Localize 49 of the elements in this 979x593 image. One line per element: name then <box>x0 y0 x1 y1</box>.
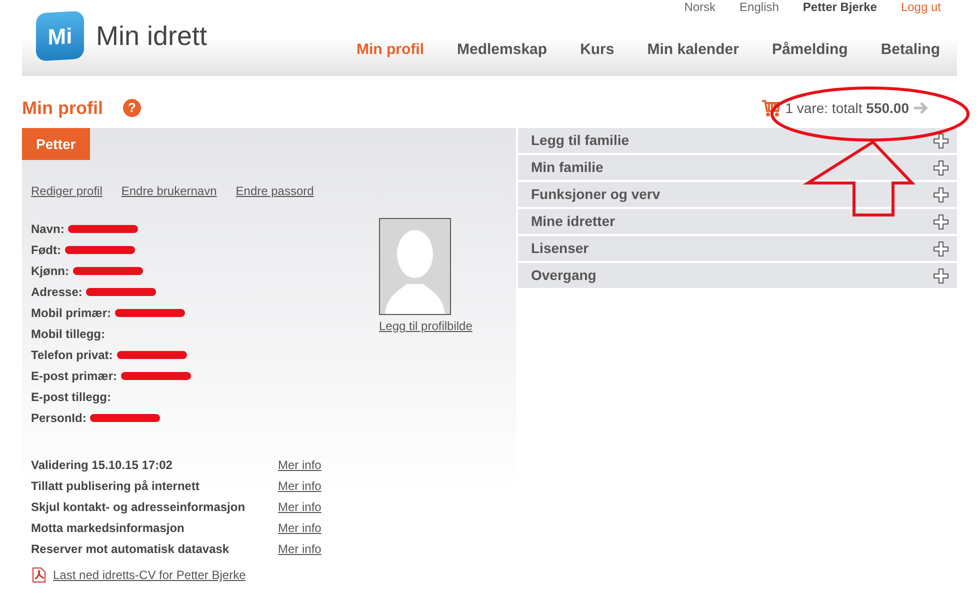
field-label: Adresse: <box>31 284 82 300</box>
field-label: E-post primær: <box>31 368 118 384</box>
top-link[interactable]: Norsk <box>684 0 716 14</box>
add-photo-link[interactable]: Legg til profilbilde <box>379 317 472 335</box>
help-icon[interactable]: ? <box>122 99 141 117</box>
field-label: E-post tillegg: <box>31 388 111 406</box>
nav-tab[interactable]: Medlemskap <box>457 38 548 61</box>
logo-icon: Mi <box>36 10 84 62</box>
more-info-link[interactable]: Mer info <box>278 456 322 474</box>
accordion-header[interactable]: Legg til familie <box>518 128 957 153</box>
setting-label: Motta markedsinformasjon <box>31 520 186 536</box>
more-info-link[interactable]: Mer info <box>278 476 322 494</box>
accordion-header[interactable]: Lisenser <box>518 236 957 261</box>
setting-label: Tillatt publisering på internett <box>31 478 200 494</box>
logo-text: Min idrett <box>96 20 208 53</box>
nav-tab[interactable]: Min profil <box>356 38 424 61</box>
field-label: Navn: <box>31 220 64 238</box>
field-label: Mobil tillegg: <box>31 326 105 342</box>
setting-label: Validering 15.10.15 17:02 <box>31 456 174 474</box>
download-cv-link[interactable]: Last ned idretts-CV for Petter Bjerke <box>53 566 246 584</box>
more-info-link[interactable]: Mer info <box>278 518 322 536</box>
setting-label: Skjul kontakt- og adresseinformasjon <box>31 498 246 516</box>
field-label: Født: <box>31 242 61 258</box>
cart-icon[interactable] <box>761 99 782 117</box>
nav-tab[interactable]: Kurs <box>580 38 614 61</box>
accordion-header[interactable]: Min familie <box>518 155 957 180</box>
pdf-icon <box>31 567 47 583</box>
setting-label: Reserver mot automatisk datavask <box>31 540 230 558</box>
nav-tab[interactable]: Betaling <box>880 38 940 61</box>
field-label: Mobil primær: <box>31 304 111 322</box>
profile-link[interactable]: Endre passord <box>236 182 314 200</box>
more-info-link[interactable]: Mer info <box>278 498 322 516</box>
page-title: Min profil <box>22 96 103 120</box>
profile-link[interactable]: Endre brukernavn <box>121 182 217 200</box>
nav-tab[interactable]: Min kalender <box>647 38 739 61</box>
profile-link[interactable]: Rediger profil <box>31 182 102 200</box>
cart-summary[interactable]: 1 vare: totalt 550.00 <box>785 98 909 118</box>
accordion-header[interactable]: Mine idretter <box>518 209 957 234</box>
field-label: Kjønn: <box>31 262 69 280</box>
field-label: PersonId: <box>31 410 86 426</box>
top-link[interactable]: English <box>740 0 779 14</box>
accordion-header[interactable]: Overgang <box>518 263 957 288</box>
more-info-link[interactable]: Mer info <box>278 540 322 558</box>
profile-tab[interactable]: Petter <box>22 128 90 160</box>
nav-tab[interactable]: Påmelding <box>772 38 848 61</box>
field-label: Telefon privat: <box>31 346 113 364</box>
top-link[interactable]: Petter Bjerke <box>802 0 877 14</box>
top-link[interactable]: Logg ut <box>900 0 941 14</box>
accordion-header[interactable]: Funksjoner og verv <box>518 182 957 207</box>
